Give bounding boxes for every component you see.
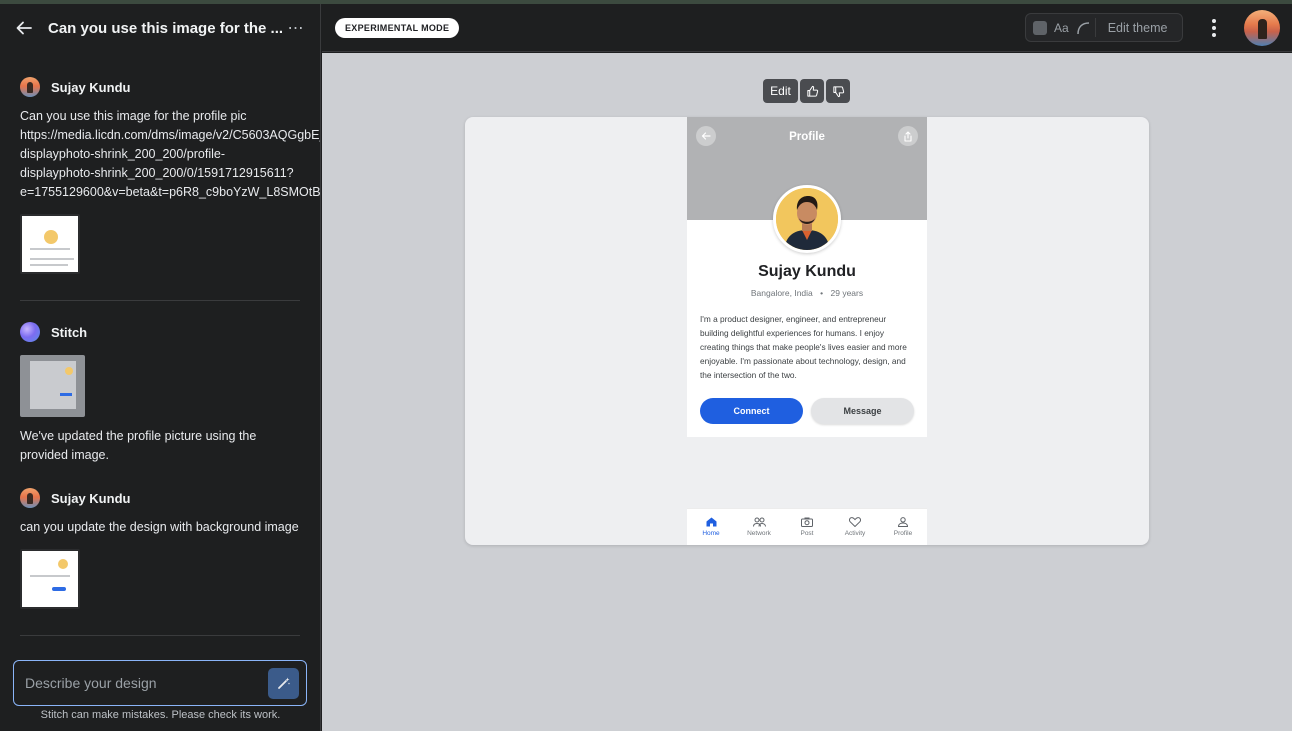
share-button[interactable] [898, 126, 918, 146]
edit-theme-button[interactable]: Edit theme [1108, 21, 1168, 35]
preview-button [60, 393, 72, 396]
nav-item-home[interactable]: Home [687, 509, 735, 545]
profile-screen: Profile Sujay Kundu Bangalore, India • 2… [687, 117, 927, 437]
attachment-thumbnail[interactable] [20, 214, 80, 274]
magic-wand-icon [277, 677, 290, 689]
nav-label: Network [747, 530, 771, 537]
profile-age: 29 years [830, 288, 864, 298]
attachment-thumbnail[interactable] [20, 549, 80, 609]
nav-item-profile[interactable]: Profile [879, 509, 927, 545]
thumbnail-line [30, 575, 70, 577]
design-preview-thumbnail[interactable] [20, 355, 85, 417]
color-swatch-button[interactable] [1033, 20, 1047, 35]
message-list[interactable]: Sujay Kundu Can you use this image for t… [0, 52, 321, 658]
thumbs-down-icon [832, 85, 844, 97]
thumbnail-button [52, 587, 66, 591]
user-avatar [20, 488, 40, 508]
kebab-dot [1212, 19, 1216, 23]
more-options-button[interactable] [1205, 17, 1223, 39]
kebab-dot [1212, 26, 1216, 30]
separator [1094, 18, 1096, 37]
nav-item-activity[interactable]: Activity [831, 509, 879, 545]
top-bar: EXPERIMENTAL MODE Aa Edit theme [322, 4, 1292, 52]
bottom-navigation: Home Network Post Activity Profile [687, 508, 927, 545]
nav-item-network[interactable]: Network [735, 509, 783, 545]
arrow-left-icon [16, 21, 32, 35]
disclaimer-text: Stitch can make mistakes. Please check i… [40, 709, 281, 721]
message-item: Sujay Kundu can you update the design wi… [20, 465, 320, 636]
thumbnail-face [58, 559, 68, 569]
nav-label: Profile [893, 530, 913, 537]
message-item: Sujay Kundu Can you use this image for t… [20, 52, 321, 301]
user-avatar [20, 77, 40, 97]
stitch-avatar [20, 322, 40, 342]
profile-bio: I'm a product designer, engineer, and en… [700, 314, 907, 380]
people-icon [752, 517, 766, 527]
preview-face [65, 367, 73, 375]
camera-icon [801, 517, 813, 527]
thumbnail-line [30, 264, 68, 266]
kebab-dot [1212, 33, 1216, 37]
experimental-mode-badge[interactable]: EXPERIMENTAL MODE [335, 18, 460, 38]
nav-label: Post [800, 530, 814, 537]
theme-controls: Aa Edit theme [1025, 13, 1183, 42]
design-prompt-input[interactable] [25, 668, 268, 698]
profile-location: Bangalore, India [750, 288, 813, 298]
message-text: We've updated the profile picture using … [20, 429, 257, 462]
person-portrait-icon [776, 188, 838, 250]
account-avatar[interactable] [1244, 10, 1280, 46]
nav-item-post[interactable]: Post [783, 509, 831, 545]
thumbs-down-button[interactable] [826, 79, 850, 103]
back-button[interactable] [14, 18, 34, 38]
profile-header-title: Profile [789, 131, 825, 143]
heart-icon [849, 517, 861, 527]
nav-label: Activity [844, 530, 866, 537]
nav-label: Home [702, 530, 720, 537]
screen-frame[interactable]: Profile Sujay Kundu Bangalore, India • 2… [465, 117, 1149, 545]
sender-name: Sujay Kundu [51, 79, 131, 95]
message-text: Can you use this image for the profile p… [20, 109, 321, 199]
chat-header: Can you use this image for the ... ⋯ [0, 4, 320, 52]
screen-toolbar: Edit [763, 79, 850, 103]
thread-more-button[interactable]: ⋯ [284, 18, 308, 38]
design-canvas[interactable]: Edit Profile Sujay Kundu Bangalore, Indi… [322, 53, 1292, 731]
message-divider [20, 635, 300, 636]
message-text: can you update the design with backgroun… [20, 520, 299, 534]
thumbs-up-icon [806, 85, 818, 97]
thread-title: Can you use this image for the ... [48, 19, 284, 37]
profile-meta: Bangalore, India • 29 years [687, 288, 927, 298]
sender-name: Sujay Kundu [51, 490, 131, 506]
sender-name: Stitch [51, 324, 88, 340]
thumbnail-line [30, 248, 70, 250]
share-icon [904, 130, 912, 142]
font-button[interactable]: Aa [1054, 21, 1069, 35]
meta-separator: • [820, 288, 824, 298]
home-icon [706, 517, 716, 527]
profile-avatar [773, 185, 841, 253]
corner-radius-icon[interactable] [1076, 21, 1090, 35]
generate-button[interactable] [268, 667, 299, 699]
profile-name: Sujay Kundu [758, 263, 856, 280]
thumbnail-face [44, 230, 58, 244]
connect-button[interactable]: Connect [700, 398, 803, 424]
thumbnail-line [30, 258, 74, 260]
edit-screen-button[interactable]: Edit [763, 79, 798, 103]
message-button[interactable]: Message [811, 398, 914, 424]
composer [13, 660, 307, 706]
thumbs-up-button[interactable] [800, 79, 824, 103]
person-icon [898, 517, 908, 527]
message-item: Stitch We've updated the profile picture… [20, 301, 320, 465]
chat-panel: Can you use this image for the ... ⋯ Suj… [0, 4, 321, 731]
